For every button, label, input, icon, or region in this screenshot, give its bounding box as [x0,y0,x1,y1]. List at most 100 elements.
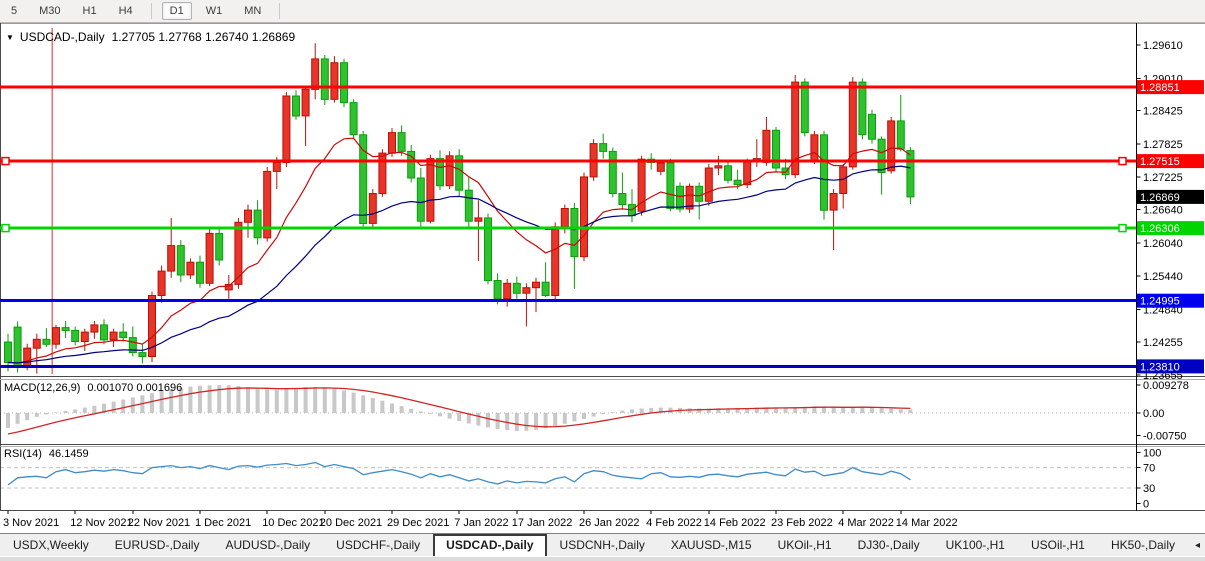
chart-window: 1.296101.290101.284251.278251.272251.266… [0,23,1205,533]
candle [600,144,607,152]
tab-bar-bottom-strip [0,556,1205,561]
candle [878,139,885,172]
macd-tick-label: 0.009278 [1143,380,1189,392]
candle [350,103,357,135]
candle [513,283,520,293]
symbol-tab-usdchf[interactable]: USDCHF-,Daily [323,534,433,556]
candle [72,330,79,341]
macd-indicator-label: MACD(12,26,9)0.001070 0.001696 [4,382,182,394]
symbol-tab-row: USDX,WeeklyEURUSD-,DailyAUDUSD-,DailyUSD… [0,534,1205,556]
symbol-tab-bar: USDX,WeeklyEURUSD-,DailyAUDUSD-,DailyUSD… [0,533,1205,561]
chart-canvas[interactable]: 1.296101.290101.284251.278251.272251.266… [0,23,1205,533]
hline-price-badge-text: 1.27515 [1140,156,1180,168]
rsi-tick-label: 70 [1143,463,1155,475]
date-tick-label: 23 Feb 2022 [771,517,833,529]
candle [888,121,895,171]
candle [571,209,578,257]
hline-handle[interactable] [2,158,9,165]
candle [139,353,146,357]
timeframe-button-mn[interactable]: MN [236,2,269,20]
candle [273,163,280,172]
candle [168,246,175,272]
date-tick-label: 3 Nov 2021 [3,517,59,529]
candle [811,135,818,161]
symbol-tab-eurusd[interactable]: EURUSD-,Daily [102,534,213,556]
candle [705,168,712,201]
timeframe-button-5[interactable]: 5 [3,2,25,20]
date-tick-label: 7 Jan 2022 [454,517,508,529]
symbol-tab-usdcad[interactable]: USDCAD-,Daily [433,534,546,556]
candle [552,227,559,296]
candle [369,194,376,224]
hline-handle[interactable] [1119,225,1126,232]
price-tick-label: 1.24255 [1143,337,1183,349]
tab-scroll-arrows: ◂▸ [1188,534,1205,556]
candle [465,190,472,221]
candle [101,325,108,340]
timeframe-button-d1[interactable]: D1 [162,2,192,20]
chart-symbol-label: USDCAD-,Daily [20,30,105,44]
symbol-tab-xauusd[interactable]: XAUUSD-,M15 [658,534,765,556]
toolbar-separator [151,3,152,19]
rsi-tick-label: 30 [1143,483,1155,495]
candle [523,288,530,294]
hline-price-badge-text: 1.24995 [1140,296,1180,308]
symbol-tab-uk100[interactable]: UK100-,H1 [933,534,1018,556]
candle [821,135,828,210]
candle [53,328,60,345]
candle [216,233,223,260]
candle [638,159,645,211]
candle [437,159,444,186]
timeframe-button-w1[interactable]: W1 [198,2,231,20]
price-tick-label: 1.26040 [1143,238,1183,250]
candle [321,59,328,100]
chart-dropdown-icon[interactable]: ▼ [6,33,14,42]
candle [293,96,300,116]
timeframe-button-h1[interactable]: H1 [75,2,105,20]
hline-price-badge-text: 1.26306 [1140,223,1180,235]
tab-scroll-left-icon[interactable]: ◂ [1188,540,1205,551]
candle [725,166,732,180]
candle [43,339,50,344]
date-tick-label: 14 Feb 2022 [704,517,766,529]
candle [609,151,616,193]
candle [667,163,674,208]
candle [830,194,837,211]
symbol-tab-dj30[interactable]: DJ30-,Daily [845,534,933,556]
candle [302,89,309,116]
candle [763,130,770,162]
symbol-tab-usoil[interactable]: USOil-,H1 [1018,534,1098,556]
date-tick-label: 10 Dec 2021 [262,517,324,529]
candle [533,282,540,288]
symbol-tab-usdcnh[interactable]: USDCNH-,Daily [547,534,658,556]
candle [331,63,338,100]
candle [398,133,405,152]
symbol-tab-hk50[interactable]: HK50-,Daily [1098,534,1188,556]
candle [33,339,40,348]
candle [24,348,31,367]
candle [907,151,914,197]
candle [62,328,69,331]
hline-handle[interactable] [1119,158,1126,165]
candle [312,59,319,90]
symbol-tab-audusd[interactable]: AUDUSD-,Daily [212,534,323,556]
price-tick-label: 1.27225 [1143,172,1183,184]
date-tick-label: 22 Nov 2021 [128,517,190,529]
macd-tick-label: 0.00 [1143,408,1164,420]
candle [158,271,165,295]
date-tick-label: 4 Mar 2022 [838,517,894,529]
price-tick-label: 1.28425 [1143,106,1183,118]
symbol-tab-usdx[interactable]: USDX,Weekly [0,534,102,556]
candle [494,281,501,299]
chart-ohlc-values: 1.27705 1.27768 1.26740 1.26869 [112,30,296,44]
chart-title: ▼ USDCAD-,Daily 1.27705 1.27768 1.26740 1.… [6,30,295,44]
candle [504,283,511,299]
candle [110,332,117,340]
price-tick-label: 1.29610 [1143,40,1183,52]
timeframe-button-m30[interactable]: M30 [31,2,68,20]
candle [696,186,703,201]
timeframe-button-h4[interactable]: H4 [111,2,141,20]
candle [177,246,184,275]
symbol-tab-ukoil[interactable]: UKOil-,H1 [765,534,845,556]
hline-handle[interactable] [2,225,9,232]
